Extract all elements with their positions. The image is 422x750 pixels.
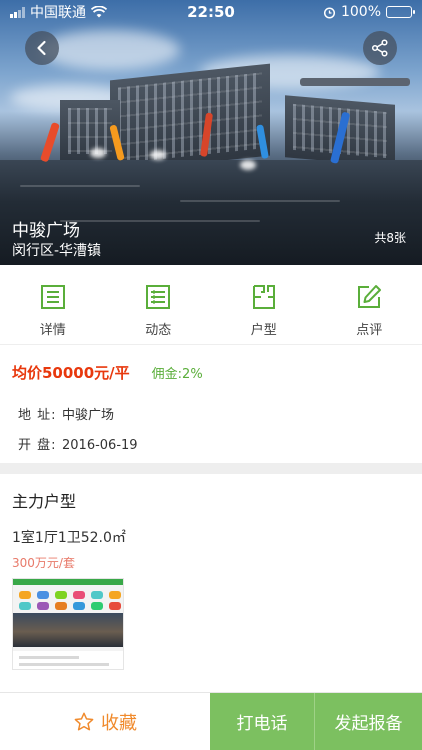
tab-reviews-label: 点评 bbox=[356, 323, 383, 338]
building-main bbox=[110, 63, 270, 173]
quick-nav: 详情 动态 户型 点评 bbox=[0, 265, 422, 345]
address-label: 地 址: bbox=[18, 408, 57, 423]
tab-floor-plans[interactable]: 户型 bbox=[211, 265, 317, 344]
report-button[interactable]: 发起报备 bbox=[315, 693, 422, 750]
tab-news[interactable]: 动态 bbox=[106, 265, 212, 344]
status-bar: 中国联通 22:50 100% bbox=[0, 0, 422, 24]
project-location: 闵行区-华漕镇 bbox=[12, 243, 102, 259]
document-list-icon bbox=[40, 285, 65, 309]
tab-news-label: 动态 bbox=[145, 323, 172, 338]
battery-percent: 100% bbox=[340, 4, 381, 20]
opening-label: 开 盘: bbox=[18, 438, 57, 453]
sculpture-arch bbox=[40, 121, 60, 163]
wifi-icon bbox=[91, 6, 107, 18]
opening-row: 开 盘: 2016-06-19 bbox=[18, 434, 138, 453]
alarm-icon bbox=[323, 6, 336, 19]
floor-plan-icon bbox=[252, 285, 275, 309]
favorite-label: 收藏 bbox=[101, 712, 137, 734]
commission-rate: 佣金:2% bbox=[151, 367, 203, 382]
tab-reviews[interactable]: 点评 bbox=[317, 265, 422, 344]
opening-value: 2016-06-19 bbox=[62, 438, 138, 453]
section-title: 主力户型 bbox=[12, 492, 77, 511]
carrier-name: 中国联通 bbox=[30, 5, 86, 21]
back-arrow-icon bbox=[37, 40, 46, 56]
tab-floor-plans-label: 户型 bbox=[250, 323, 277, 338]
photo-count: 共8张 bbox=[374, 231, 406, 245]
share-button[interactable] bbox=[363, 31, 397, 65]
sky-cloud bbox=[40, 30, 180, 70]
address-row: 地 址: 中骏广场 bbox=[18, 404, 114, 423]
layout-thumbnail[interactable] bbox=[12, 578, 124, 670]
bottom-action-bar: 收藏 打电话 发起报备 bbox=[0, 692, 422, 750]
battery-icon bbox=[386, 6, 415, 18]
news-list-icon bbox=[146, 285, 171, 309]
signal-icon bbox=[10, 6, 25, 18]
address-value: 中骏广场 bbox=[62, 408, 115, 423]
layout-name[interactable]: 1室1厅1卫52.0㎡ bbox=[12, 527, 126, 547]
back-button[interactable] bbox=[25, 31, 59, 65]
project-title: 中骏广场 bbox=[12, 221, 80, 241]
average-price: 均价50000元/平 bbox=[12, 364, 130, 382]
star-icon bbox=[74, 712, 94, 730]
layout-price: 300万元/套 bbox=[12, 556, 75, 570]
hero-gallery[interactable]: 中国联通 22:50 100% 中骏广场 闵行区-华漕镇 共8张 bbox=[0, 0, 422, 265]
sculpture-beam bbox=[300, 78, 410, 86]
section-divider bbox=[0, 463, 422, 474]
share-icon bbox=[371, 39, 388, 57]
favorite-button[interactable]: 收藏 bbox=[0, 693, 210, 750]
tab-details-label: 详情 bbox=[39, 323, 66, 338]
edit-icon bbox=[358, 285, 382, 308]
price-row: 均价50000元/平 佣金:2% bbox=[12, 362, 203, 383]
call-button[interactable]: 打电话 bbox=[210, 693, 315, 750]
tab-details[interactable]: 详情 bbox=[0, 265, 106, 344]
